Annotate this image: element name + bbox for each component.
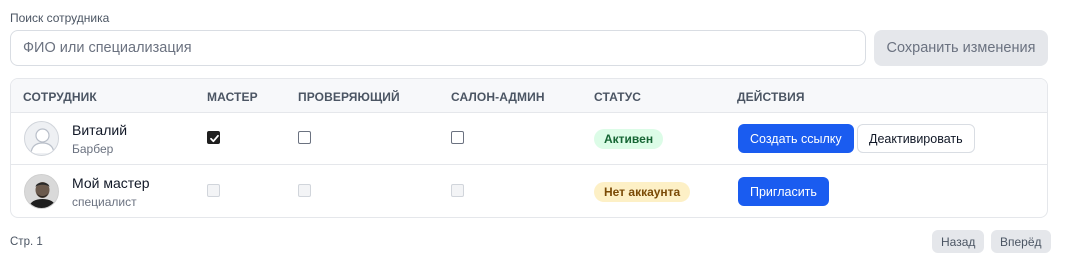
table-row: Мой мастер специалист Нет аккаунта Пригл… xyxy=(11,166,1047,217)
search-input[interactable] xyxy=(10,30,866,66)
next-page-button[interactable]: Вперёд xyxy=(991,230,1051,253)
prev-page-button[interactable]: Назад xyxy=(932,230,985,253)
table-header: СОТРУДНИК МАСТЕР ПРОВЕРЯЮЩИЙ САЛОН-АДМИН… xyxy=(11,79,1047,113)
table-row: Виталий Барбер Активен Создать ссылку Де… xyxy=(11,113,1047,165)
salon-admin-checkbox[interactable] xyxy=(451,131,464,144)
invite-button[interactable]: Пригласить xyxy=(738,177,829,206)
save-changes-button[interactable]: Сохранить изменения xyxy=(874,30,1048,66)
search-label: Поиск сотрудника xyxy=(10,11,110,25)
employee-name: Мой мастер xyxy=(72,175,150,191)
column-header-status: СТАТУС xyxy=(594,90,642,104)
employee-name: Виталий xyxy=(72,122,128,138)
status-badge: Активен xyxy=(594,129,664,149)
column-header-actions: ДЕЙСТВИЯ xyxy=(737,90,805,104)
staff-table: СОТРУДНИК МАСТЕР ПРОВЕРЯЮЩИЙ САЛОН-АДМИН… xyxy=(10,78,1048,218)
avatar xyxy=(24,174,59,209)
column-header-employee: СОТРУДНИК xyxy=(23,90,97,104)
master-checkbox[interactable] xyxy=(207,131,220,144)
employee-role: Барбер xyxy=(72,142,114,156)
reviewer-checkbox[interactable] xyxy=(298,131,311,144)
user-placeholder-icon xyxy=(24,121,59,156)
master-checkbox xyxy=(207,184,220,197)
column-header-reviewer: ПРОВЕРЯЮЩИЙ xyxy=(298,90,400,104)
create-link-button[interactable]: Создать ссылку xyxy=(738,124,854,153)
page-indicator: Стр. 1 xyxy=(10,236,43,248)
status-badge: Нет аккаунта xyxy=(594,182,691,202)
reviewer-checkbox xyxy=(298,184,311,197)
deactivate-button[interactable]: Деактивировать xyxy=(857,124,975,153)
column-header-master: МАСТЕР xyxy=(207,90,258,104)
column-header-salon-admin: САЛОН-АДМИН xyxy=(451,90,545,104)
salon-admin-checkbox xyxy=(451,184,464,197)
employee-role: специалист xyxy=(72,195,137,209)
